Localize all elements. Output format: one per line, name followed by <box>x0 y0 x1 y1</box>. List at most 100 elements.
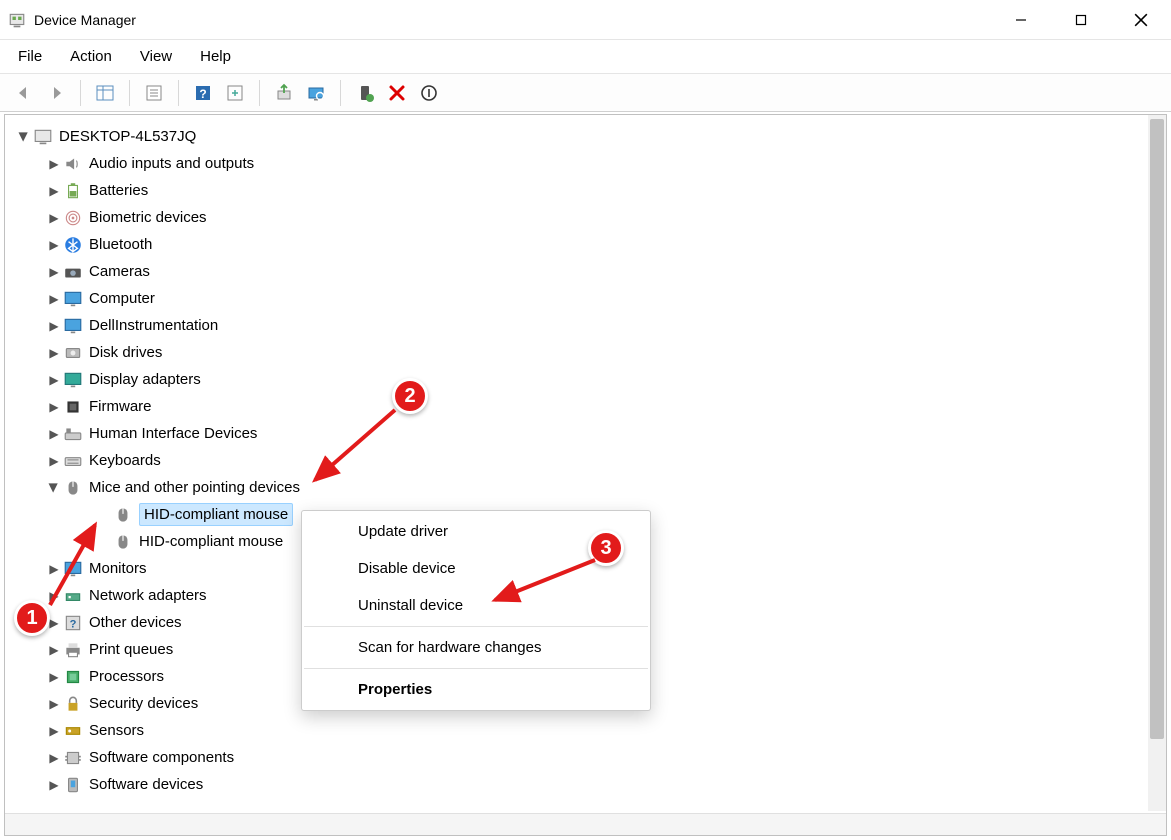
tree-root-label: DESKTOP-4L537JQ <box>59 128 196 145</box>
question-icon: ? <box>63 613 83 633</box>
chevron-right-icon[interactable]: ▶ <box>45 724 63 738</box>
svg-text:?: ? <box>70 618 77 630</box>
monitor-icon <box>63 289 83 309</box>
tree-item-disk-drives[interactable]: ▶Disk drives <box>9 339 1162 366</box>
chevron-right-icon[interactable]: ▶ <box>45 643 63 657</box>
tree-root[interactable]: ▶ DESKTOP-4L537JQ <box>9 123 1162 150</box>
tree-item-mice[interactable]: ▶Mice and other pointing devices <box>9 474 1162 501</box>
monitor-icon <box>63 559 83 579</box>
maximize-button[interactable] <box>1051 0 1111 39</box>
tree-item-computer[interactable]: ▶Computer <box>9 285 1162 312</box>
printer-icon <box>63 640 83 660</box>
device-icon <box>63 775 83 795</box>
mouse-icon <box>63 478 83 498</box>
properties-button[interactable] <box>138 79 170 107</box>
chevron-right-icon[interactable]: ▶ <box>45 589 63 603</box>
chevron-down-icon[interactable]: ▶ <box>47 479 61 497</box>
update-driver-button[interactable] <box>268 79 300 107</box>
monitor-icon <box>63 316 83 336</box>
status-strip <box>5 813 1166 835</box>
chevron-right-icon[interactable]: ▶ <box>45 184 63 198</box>
close-button[interactable] <box>1111 0 1171 39</box>
chevron-right-icon[interactable]: ▶ <box>45 454 63 468</box>
menu-file[interactable]: File <box>6 44 54 69</box>
show-hide-tree-button[interactable] <box>89 79 121 107</box>
chip-icon <box>63 397 83 417</box>
keyboard-icon <box>63 451 83 471</box>
bluetooth-icon <box>63 235 83 255</box>
app-icon <box>8 11 26 29</box>
ctx-scan-hardware[interactable]: Scan for hardware changes <box>302 629 650 666</box>
disable-device-button[interactable] <box>413 79 445 107</box>
chevron-right-icon[interactable]: ▶ <box>45 697 63 711</box>
scrollbar[interactable] <box>1148 115 1166 811</box>
chevron-right-icon[interactable]: ▶ <box>45 346 63 360</box>
tree-item-audio[interactable]: ▶Audio inputs and outputs <box>9 150 1162 177</box>
scrollbar-thumb[interactable] <box>1150 119 1164 739</box>
chevron-right-icon[interactable]: ▶ <box>45 211 63 225</box>
chevron-down-icon[interactable]: ▶ <box>17 128 31 146</box>
action-button[interactable] <box>219 79 251 107</box>
tree-item-software-components[interactable]: ▶Software components <box>9 744 1162 771</box>
tree-item-dellinstrumentation[interactable]: ▶DellInstrumentation <box>9 312 1162 339</box>
chevron-right-icon[interactable]: ▶ <box>45 670 63 684</box>
separator <box>304 626 648 627</box>
cpu-icon <box>63 667 83 687</box>
ctx-uninstall-device[interactable]: Uninstall device <box>302 587 650 624</box>
network-icon <box>63 586 83 606</box>
lock-icon <box>63 694 83 714</box>
component-icon <box>63 748 83 768</box>
back-button[interactable] <box>8 79 40 107</box>
annotation-marker-2: 2 <box>392 378 428 414</box>
tree-item-display-adapters[interactable]: ▶Display adapters <box>9 366 1162 393</box>
tree-item-sensors[interactable]: ▶Sensors <box>9 717 1162 744</box>
tree-panel: ▶ DESKTOP-4L537JQ ▶Audio inputs and outp… <box>4 114 1167 836</box>
titlebar: Device Manager <box>0 0 1171 40</box>
tree-item-software-devices[interactable]: ▶Software devices <box>9 771 1162 798</box>
chevron-right-icon[interactable]: ▶ <box>45 400 63 414</box>
tree-item-cameras[interactable]: ▶Cameras <box>9 258 1162 285</box>
enable-device-button[interactable] <box>349 79 381 107</box>
menubar: File Action View Help <box>0 40 1171 74</box>
help-button[interactable]: ? <box>187 79 219 107</box>
scan-hardware-button[interactable] <box>300 79 332 107</box>
chevron-right-icon[interactable]: ▶ <box>45 778 63 792</box>
chevron-right-icon[interactable]: ▶ <box>45 427 63 441</box>
fingerprint-icon <box>63 208 83 228</box>
tree-item-bluetooth[interactable]: ▶Bluetooth <box>9 231 1162 258</box>
chevron-right-icon[interactable]: ▶ <box>45 265 63 279</box>
tree-item-keyboards[interactable]: ▶Keyboards <box>9 447 1162 474</box>
chevron-right-icon[interactable]: ▶ <box>45 373 63 387</box>
chevron-right-icon[interactable]: ▶ <box>45 562 63 576</box>
annotation-marker-1: 1 <box>14 600 50 636</box>
mouse-icon <box>113 532 133 552</box>
chevron-right-icon[interactable]: ▶ <box>45 319 63 333</box>
sensor-icon <box>63 721 83 741</box>
forward-button[interactable] <box>40 79 72 107</box>
window-title: Device Manager <box>34 12 136 28</box>
tree-item-hid[interactable]: ▶Human Interface Devices <box>9 420 1162 447</box>
chevron-right-icon[interactable]: ▶ <box>45 238 63 252</box>
tree-item-biometric[interactable]: ▶Biometric devices <box>9 204 1162 231</box>
chevron-right-icon[interactable]: ▶ <box>45 157 63 171</box>
tree-item-batteries[interactable]: ▶Batteries <box>9 177 1162 204</box>
uninstall-device-button[interactable] <box>381 79 413 107</box>
ctx-properties[interactable]: Properties <box>302 671 650 708</box>
menu-action[interactable]: Action <box>58 44 124 69</box>
mouse-icon <box>113 505 133 525</box>
annotation-marker-3: 3 <box>588 530 624 566</box>
device-tree[interactable]: ▶ DESKTOP-4L537JQ ▶Audio inputs and outp… <box>5 115 1166 835</box>
menu-help[interactable]: Help <box>188 44 243 69</box>
speaker-icon <box>63 154 83 174</box>
chevron-right-icon[interactable]: ▶ <box>45 751 63 765</box>
menu-view[interactable]: View <box>128 44 184 69</box>
computer-icon <box>33 127 53 147</box>
disk-icon <box>63 343 83 363</box>
hid-icon <box>63 424 83 444</box>
tree-item-firmware[interactable]: ▶Firmware <box>9 393 1162 420</box>
toolbar: ? <box>0 74 1171 112</box>
chevron-right-icon[interactable]: ▶ <box>45 292 63 306</box>
minimize-button[interactable] <box>991 0 1051 39</box>
separator <box>304 668 648 669</box>
window-controls <box>991 0 1171 39</box>
